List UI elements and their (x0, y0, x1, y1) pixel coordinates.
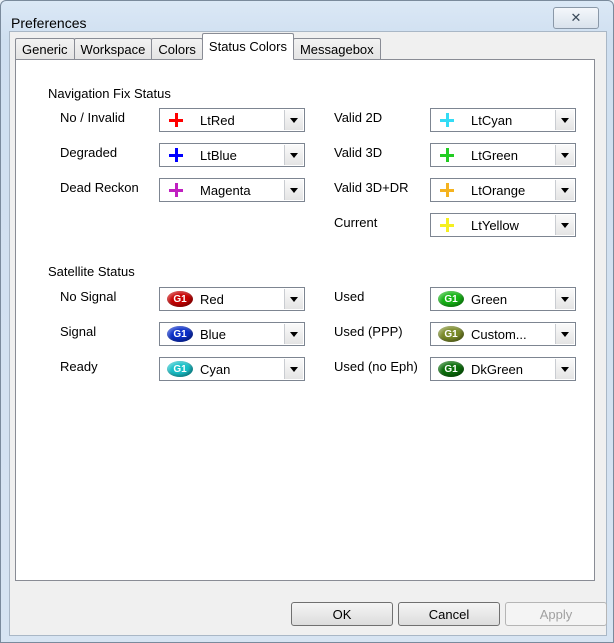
combo-value: LtYellow (471, 218, 519, 233)
chevron-down-icon[interactable] (555, 289, 574, 309)
sat-combo-signal[interactable]: G1 Blue (159, 322, 305, 346)
combo-value: LtRed (200, 113, 235, 128)
nav-label-current: Current (334, 215, 378, 230)
nav-combo-valid-3d[interactable]: LtGreen (430, 143, 576, 167)
nav-label-valid-3d: Valid 3D (334, 145, 383, 160)
ok-button[interactable]: OK (291, 602, 393, 626)
satellite-badge-icon: G1 (438, 361, 464, 377)
combo-value: LtGreen (471, 148, 518, 163)
sat-combo-used-no-eph[interactable]: G1 DkGreen (430, 357, 576, 381)
chevron-down-icon[interactable] (555, 359, 574, 379)
satellite-badge-icon: G1 (438, 291, 464, 307)
tab-workspace[interactable]: Workspace (73, 38, 153, 60)
nav-label-dead-reckon: Dead Reckon (60, 180, 139, 195)
tab-colors[interactable]: Colors (151, 38, 203, 60)
sat-label-ready: Ready (60, 359, 98, 374)
sat-combo-used-ppp[interactable]: G1 Custom... (430, 322, 576, 346)
close-button[interactable]: ✕ (553, 7, 599, 29)
sat-label-no-signal: No Signal (60, 289, 117, 304)
tab-messagebox[interactable]: Messagebox (292, 38, 381, 60)
color-swatch-icon (169, 183, 183, 197)
sat-label-used: Used (334, 289, 365, 304)
chevron-down-icon[interactable] (555, 110, 574, 130)
combo-value: Blue (200, 327, 227, 342)
sat-combo-ready[interactable]: G1 Cyan (159, 357, 305, 381)
window-title: Preferences (11, 15, 87, 31)
chevron-down-icon[interactable] (284, 110, 303, 130)
close-icon: ✕ (570, 10, 582, 25)
nav-combo-dead-reckon[interactable]: Magenta (159, 178, 305, 202)
satellite-badge-icon: G1 (167, 291, 193, 307)
combo-value: Custom... (471, 327, 527, 342)
chevron-down-icon[interactable] (284, 289, 303, 309)
nav-label-valid-3d-dr: Valid 3D+DR (334, 180, 409, 195)
cancel-button[interactable]: Cancel (398, 602, 500, 626)
combo-value: LtOrange (471, 183, 526, 198)
combo-value: DkGreen (471, 362, 524, 377)
satellite-badge-icon: G1 (167, 361, 193, 377)
color-swatch-icon (440, 113, 454, 127)
sat-label-used-ppp: Used (PPP) (334, 324, 403, 339)
combo-value: Cyan (200, 362, 231, 377)
color-swatch-icon (169, 148, 183, 162)
combo-value: LtBlue (200, 148, 237, 163)
tab-strip: Generic Workspace Colors Status Colors M… (15, 33, 381, 60)
sat-combo-no-signal[interactable]: G1 Red (159, 287, 305, 311)
sat-label-used-no-eph: Used (no Eph) (334, 359, 418, 374)
sat-label-signal: Signal (60, 324, 97, 339)
satellite-badge-icon: G1 (167, 326, 193, 342)
apply-button[interactable]: Apply (505, 602, 607, 626)
nav-combo-valid-3d-dr[interactable]: LtOrange (430, 178, 576, 202)
combo-value: Magenta (200, 183, 251, 198)
nav-combo-current[interactable]: LtYellow (430, 213, 576, 237)
chevron-down-icon[interactable] (555, 180, 574, 200)
nav-label-no-invalid: No / Invalid (60, 110, 126, 125)
tab-generic[interactable]: Generic (15, 38, 75, 60)
chevron-down-icon[interactable] (284, 145, 303, 165)
satellite-section-title: Satellite Status (48, 264, 135, 279)
combo-value: LtCyan (471, 113, 513, 128)
combo-value: Red (200, 292, 224, 307)
nav-combo-degraded[interactable]: LtBlue (159, 143, 305, 167)
nav-label-valid-2d: Valid 2D (334, 110, 383, 125)
nav-combo-no-invalid[interactable]: LtRed (159, 108, 305, 132)
nav-label-degraded: Degraded (60, 145, 118, 160)
chevron-down-icon[interactable] (555, 215, 574, 235)
nav-combo-valid-2d[interactable]: LtCyan (430, 108, 576, 132)
preferences-window: Preferences ✕ Generic Workspace Colors S… (0, 0, 614, 643)
chevron-down-icon[interactable] (284, 180, 303, 200)
chevron-down-icon[interactable] (284, 324, 303, 344)
nav-fix-section-title: Navigation Fix Status (48, 86, 171, 101)
color-swatch-icon (440, 218, 454, 232)
chevron-down-icon[interactable] (555, 145, 574, 165)
satellite-badge-icon: G1 (438, 326, 464, 342)
chevron-down-icon[interactable] (284, 359, 303, 379)
chevron-down-icon[interactable] (555, 324, 574, 344)
color-swatch-icon (169, 113, 183, 127)
tab-status-colors[interactable]: Status Colors (201, 33, 294, 60)
sat-combo-used[interactable]: G1 Green (430, 287, 576, 311)
combo-value: Green (471, 292, 508, 307)
status-colors-panel: Navigation Fix Status No / Invalid LtRed… (15, 59, 595, 581)
color-swatch-icon (440, 183, 454, 197)
color-swatch-icon (440, 148, 454, 162)
